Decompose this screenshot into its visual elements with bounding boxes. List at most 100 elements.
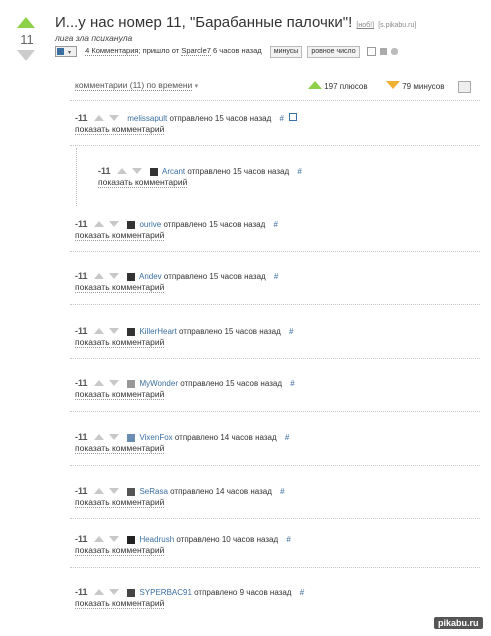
comment-author[interactable]: Headrush <box>139 535 174 544</box>
divider <box>70 304 480 305</box>
comment-hash-link[interactable]: # <box>280 487 284 496</box>
post-title-text[interactable]: И...у нас номер 11, "Барабанные палочки"… <box>55 14 352 31</box>
post-title[interactable]: И...у нас номер 11, "Барабанные палочки"… <box>55 14 416 31</box>
divider <box>70 358 480 359</box>
comment-author[interactable]: Arcant <box>162 167 185 176</box>
like-dropdown-button[interactable]: ▾ <box>55 45 77 57</box>
show-comment-link[interactable]: показать комментарий <box>75 497 165 508</box>
comment-time: 14 часов назад <box>215 487 272 496</box>
minus-icon <box>386 81 400 89</box>
comment-hash-link[interactable]: # <box>279 114 283 123</box>
upvote-icon[interactable] <box>93 115 104 121</box>
upvote-icon[interactable] <box>93 221 104 227</box>
comment-author[interactable]: MyWonder <box>139 379 178 388</box>
collapse-icon[interactable] <box>289 113 298 121</box>
comment-time: 9 часов назад <box>239 588 292 597</box>
show-comment-link[interactable]: показать комментарий <box>75 282 165 293</box>
comment-sent-label: отправлено <box>169 114 213 123</box>
comment: -11 KillerHeart отправлено 15 часов наза… <box>75 326 293 348</box>
show-comment-link[interactable]: показать комментарий <box>75 545 165 556</box>
avatar <box>127 433 136 442</box>
avatar <box>127 535 136 544</box>
comment-time: 15 часов назад <box>208 220 266 229</box>
comment-rating: -11 <box>75 378 88 388</box>
check-all-icon[interactable] <box>458 81 471 93</box>
avatar <box>127 379 136 388</box>
upvote-icon[interactable] <box>93 536 104 542</box>
comment: -11 SeRasa отправлено 14 часов назад # п… <box>75 486 285 508</box>
comment-time: 14 часов назад <box>220 433 277 442</box>
comment-hash-link[interactable]: # <box>297 167 301 176</box>
show-comment-link[interactable]: показать комментарий <box>75 124 165 135</box>
comment-author[interactable]: ourive <box>139 220 161 229</box>
post-upvote-icon[interactable] <box>17 17 35 28</box>
comment-rating: -11 <box>75 113 88 123</box>
avatar <box>127 272 136 281</box>
upvote-icon[interactable] <box>93 488 104 494</box>
downvote-icon[interactable] <box>108 221 119 227</box>
upvote-icon[interactable] <box>93 328 104 334</box>
comment-time: 15 часов назад <box>225 379 282 388</box>
comment-hash-link[interactable]: # <box>289 327 293 336</box>
comment-author[interactable]: VixenFox <box>139 433 172 442</box>
comments-sort-label[interactable]: комментарии (11) по времени <box>75 80 193 91</box>
tag-even-number[interactable]: ровное число <box>307 46 360 58</box>
downvote-icon[interactable] <box>108 434 119 440</box>
upvote-icon[interactable] <box>93 434 104 440</box>
tag-minus[interactable]: минусы <box>269 46 303 58</box>
post-downvote-icon[interactable] <box>17 50 35 61</box>
comment-sent-label: отправлено <box>170 487 214 496</box>
comment-author[interactable]: melissapult <box>127 114 167 123</box>
comment-hash-link[interactable]: # <box>274 272 278 281</box>
vk-icon[interactable] <box>379 47 387 55</box>
comment: -11 Andev отправлено 15 часов назад # по… <box>75 271 278 293</box>
post-source-label[interactable]: [ноб!] <box>356 22 374 29</box>
downvote-icon[interactable] <box>108 328 119 334</box>
comment-hash-link[interactable]: # <box>286 535 290 544</box>
comment-hash-link[interactable]: # <box>285 433 289 442</box>
avatar <box>150 167 159 176</box>
downvote-icon[interactable] <box>108 273 119 279</box>
comment-time: 10 часов назад <box>221 535 279 544</box>
thumb-icon <box>57 47 64 55</box>
upvote-icon[interactable] <box>93 589 104 595</box>
upvote-icon[interactable] <box>116 168 127 174</box>
show-comment-link[interactable]: показать комментарий <box>75 443 165 454</box>
comment-time: 15 часов назад <box>209 272 266 281</box>
show-comment-link[interactable]: показать комментарий <box>75 337 165 348</box>
save-icon[interactable] <box>366 46 376 56</box>
show-comment-link[interactable]: показать комментарий <box>98 177 188 188</box>
show-comment-link[interactable]: показать комментарий <box>75 598 165 609</box>
downvote-icon[interactable] <box>108 536 119 542</box>
upvote-icon[interactable] <box>93 380 104 386</box>
comment: -11 ourive отправлено 15 часов назад # п… <box>75 219 278 241</box>
comment-time: 15 часов назад <box>232 167 290 176</box>
show-comment-link[interactable]: показать комментарий <box>75 389 165 400</box>
comment-time: 15 часов назад <box>224 327 281 336</box>
comment-author[interactable]: Andev <box>139 272 162 281</box>
comments-sort-dropdown[interactable]: комментарии (11) по времени ▾ <box>75 80 198 91</box>
divider <box>70 518 480 519</box>
show-comment-link[interactable]: показать комментарий <box>75 230 165 241</box>
downvote-icon[interactable] <box>108 488 119 494</box>
comment-author[interactable]: KillerHeart <box>139 327 176 336</box>
comments-count-link[interactable]: 4 Комментария <box>85 46 139 56</box>
downvote-icon[interactable] <box>108 115 119 121</box>
comment-hash-link[interactable]: # <box>290 379 294 388</box>
post-source-link[interactable]: [s.pikabu.ru] <box>378 22 416 29</box>
chevron-down-icon: ▾ <box>68 49 72 56</box>
downvote-icon[interactable] <box>108 380 119 386</box>
comment-hash-link[interactable]: # <box>273 220 277 229</box>
comment-author[interactable]: SeRasa <box>139 487 167 496</box>
downvote-icon[interactable] <box>131 168 142 174</box>
upvote-icon[interactable] <box>93 273 104 279</box>
downvote-icon[interactable] <box>108 589 119 595</box>
post-meta: ▾ 4 Комментария; пришло от Sparcle7 6 ча… <box>55 45 398 58</box>
comment-rating: -11 <box>98 166 111 176</box>
comment-author[interactable]: SYPERBAC91 <box>139 588 191 597</box>
comment-hash-link[interactable]: # <box>300 588 304 597</box>
comment-sent-label: отправлено <box>194 588 238 597</box>
post-author[interactable]: Sparcle7 <box>181 46 211 56</box>
twitter-icon[interactable] <box>390 47 398 55</box>
plus-icon <box>308 81 322 89</box>
